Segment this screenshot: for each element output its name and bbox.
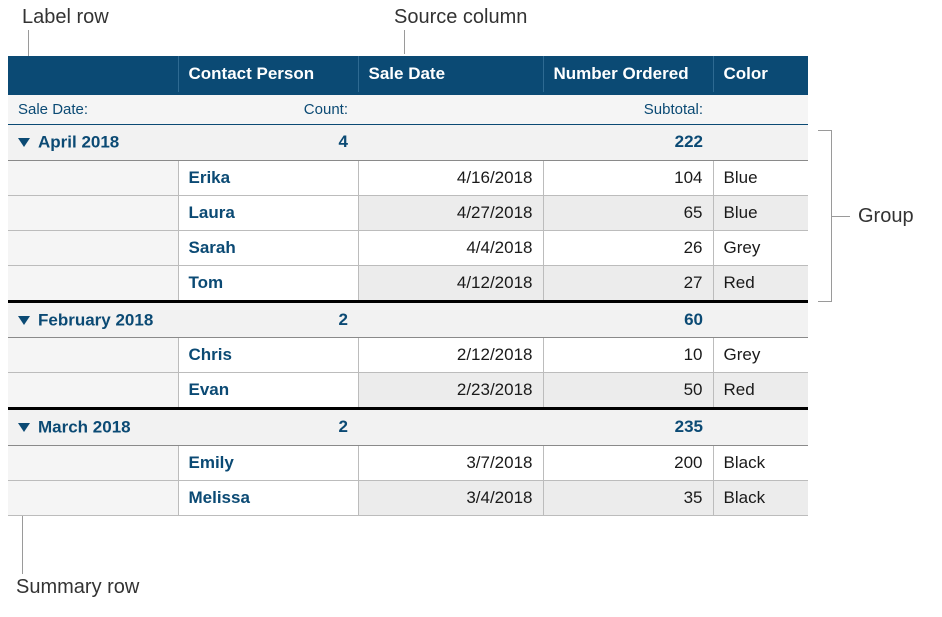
cell-contact[interactable]: Erika [178,160,358,195]
cell-num[interactable]: 200 [543,445,713,480]
cell-contact[interactable]: Sarah [178,230,358,265]
cell-contact[interactable]: Melissa [178,480,358,515]
group-subtotal: 235 [543,409,713,446]
group-empty [358,409,543,446]
group-empty [713,409,808,446]
summary-row[interactable]: February 2018 2 60 [8,301,808,338]
label-group: Sale Date: [8,94,178,125]
cell-color[interactable]: Blue [713,195,808,230]
cell-color[interactable]: Blue [713,160,808,195]
cell-date[interactable]: 4/4/2018 [358,230,543,265]
group-name: April 2018 [38,133,119,152]
label-count: Count: [178,94,358,125]
summary-row[interactable]: March 2018 2 235 [8,409,808,446]
cell-num[interactable]: 26 [543,230,713,265]
group-count: 4 [178,125,358,161]
cell-date[interactable]: 3/7/2018 [358,445,543,480]
cell-color[interactable]: Grey [713,230,808,265]
group-toggle[interactable]: February 2018 [8,301,178,338]
cell-color[interactable]: Black [713,480,808,515]
cell-contact[interactable]: Emily [178,445,358,480]
table-row[interactable]: Laura4/27/201865Blue [8,195,808,230]
callout-group: Group [858,205,914,228]
cell-group [8,230,178,265]
label-subtotal: Subtotal: [543,94,713,125]
cell-group [8,445,178,480]
cell-num[interactable]: 50 [543,373,713,409]
cell-group [8,338,178,373]
cell-group [8,480,178,515]
col-header-contact[interactable]: Contact Person [178,56,358,94]
group-name: February 2018 [38,310,153,329]
table-row[interactable]: Sarah4/4/201826Grey [8,230,808,265]
group-name: March 2018 [38,418,131,437]
col-header-group[interactable] [8,56,178,94]
callout-summary-row: Summary row [16,576,139,599]
chevron-down-icon[interactable] [18,138,30,147]
group-toggle[interactable]: April 2018 [8,125,178,161]
cell-group [8,373,178,409]
group-empty [713,125,808,161]
chevron-down-icon[interactable] [18,316,30,325]
cell-contact[interactable]: Tom [178,265,358,301]
summary-row[interactable]: April 2018 4 222 [8,125,808,161]
table-row[interactable]: Evan2/23/201850Red [8,373,808,409]
table-row[interactable]: Erika4/16/2018104Blue [8,160,808,195]
cell-num[interactable]: 27 [543,265,713,301]
grouped-table: Contact Person Sale Date Number Ordered … [8,56,808,516]
col-header-num[interactable]: Number Ordered [543,56,713,94]
col-header-color[interactable]: Color [713,56,808,94]
cell-num[interactable]: 10 [543,338,713,373]
cell-contact[interactable]: Evan [178,373,358,409]
table-row[interactable]: Tom4/12/201827Red [8,265,808,301]
group-bracket-stub [832,216,850,217]
label-row: Sale Date:Count: Subtotal: [8,94,808,125]
group-count: 2 [178,409,358,446]
cell-group [8,160,178,195]
chevron-down-icon[interactable] [18,423,30,432]
cell-date[interactable]: 2/23/2018 [358,373,543,409]
callout-source-column: Source column [394,6,527,29]
col-header-date[interactable]: Sale Date [358,56,543,94]
cell-color[interactable]: Grey [713,338,808,373]
cell-date[interactable]: 4/16/2018 [358,160,543,195]
group-toggle[interactable]: March 2018 [8,409,178,446]
cell-date[interactable]: 4/12/2018 [358,265,543,301]
group-bracket [818,130,832,302]
cell-contact[interactable]: Laura [178,195,358,230]
callout-label-row: Label row [22,6,109,29]
table-row[interactable]: Chris2/12/201810Grey [8,338,808,373]
cell-num[interactable]: 35 [543,480,713,515]
cell-date[interactable]: 4/27/2018 [358,195,543,230]
cell-num[interactable]: 104 [543,160,713,195]
header-row: Contact Person Sale Date Number Ordered … [8,56,808,94]
table-row[interactable]: Emily3/7/2018200Black [8,445,808,480]
cell-num[interactable]: 65 [543,195,713,230]
group-count: 2 [178,301,358,338]
group-subtotal: 60 [543,301,713,338]
cell-group [8,265,178,301]
cell-date[interactable]: 3/4/2018 [358,480,543,515]
callout-line [404,30,405,54]
table-row[interactable]: Melissa3/4/201835Black [8,480,808,515]
cell-group [8,195,178,230]
cell-color[interactable]: Red [713,373,808,409]
label-empty [713,94,808,125]
cell-contact[interactable]: Chris [178,338,358,373]
group-subtotal: 222 [543,125,713,161]
cell-color[interactable]: Red [713,265,808,301]
label-empty [358,94,543,125]
cell-color[interactable]: Black [713,445,808,480]
group-empty [358,125,543,161]
cell-date[interactable]: 2/12/2018 [358,338,543,373]
group-empty [358,301,543,338]
group-empty [713,301,808,338]
